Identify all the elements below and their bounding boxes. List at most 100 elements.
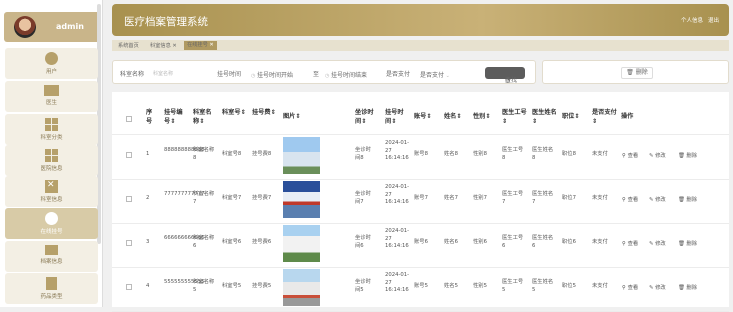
- view-button[interactable]: ⚲ 查看: [622, 283, 638, 291]
- col-header-label: 职位: [562, 113, 575, 120]
- row-divider: [112, 179, 729, 180]
- delete-row-button[interactable]: 🗑 删除: [678, 195, 697, 203]
- row-doc-name: 医生姓名7: [532, 191, 554, 205]
- paid-label: 是否支付: [386, 71, 411, 78]
- row-checkbox[interactable]: [126, 152, 132, 158]
- avatar: [14, 16, 36, 38]
- sidebar-item-label: 医院信息: [40, 166, 63, 172]
- search-button[interactable]: ◔ 查找: [485, 67, 525, 84]
- row-gender: 性别7: [473, 195, 487, 201]
- user-panel[interactable]: admin: [4, 12, 100, 42]
- col-header[interactable]: 职位⇕: [562, 112, 580, 121]
- sidebar-item-label: 药品类型: [40, 294, 63, 300]
- row-thumbnail: [283, 137, 320, 174]
- user-icon: [45, 52, 58, 65]
- delete-row-button[interactable]: 🗑 删除: [678, 239, 697, 247]
- edit-button[interactable]: ✎ 修改: [649, 151, 666, 159]
- row-doc-name: 医生姓名5: [532, 279, 554, 293]
- row-checkbox[interactable]: [126, 196, 132, 202]
- row-consult-time: 坐诊时间6: [355, 235, 371, 249]
- row-account: 账号8: [414, 151, 428, 157]
- row-fee: 挂号费8: [252, 151, 272, 157]
- row-index: 2: [146, 195, 150, 201]
- row-position: 职位6: [562, 239, 576, 245]
- time-start-input[interactable]: ◷ 挂号时间开始: [251, 70, 293, 79]
- sidebar-item-dept-category[interactable]: 科室分类: [5, 114, 98, 145]
- col-header-label: 图片: [283, 113, 296, 120]
- row-gender: 性别5: [473, 283, 487, 289]
- col-header[interactable]: 挂号编号⇕: [164, 108, 186, 126]
- edit-button[interactable]: ✎ 修改: [649, 239, 666, 247]
- row-doc-id: 医生工号6: [502, 235, 524, 249]
- dept-input[interactable]: 科室名称: [153, 70, 173, 77]
- tab-registration[interactable]: 在线挂号 ✕: [184, 41, 217, 50]
- sidebar-item-doctors[interactable]: 医生: [5, 81, 98, 112]
- col-header[interactable]: 账号⇕: [414, 112, 432, 121]
- sidebar-item-drug-type[interactable]: 药品类型: [5, 273, 98, 304]
- row-checkbox[interactable]: [126, 284, 132, 290]
- row-dept-no: 科室号7: [222, 195, 242, 201]
- sidebar-item-dept-info[interactable]: 科室信息: [5, 176, 98, 207]
- row-reg-time: 2024-01-27 16:14:16: [385, 140, 410, 161]
- breadcrumb: 系统首页 科室信息 ✕ 在线挂号 ✕: [112, 40, 729, 51]
- logout-link[interactable]: 退出: [708, 18, 719, 24]
- view-button[interactable]: ⚲ 查看: [622, 239, 638, 247]
- col-header[interactable]: 性别⇕: [473, 112, 491, 121]
- col-header[interactable]: 是否支付⇕: [592, 108, 618, 126]
- row-dept-name: 科室名称6: [193, 235, 215, 249]
- sidebar-item-registration[interactable]: 在线挂号: [5, 208, 98, 239]
- action-label: 修改: [655, 285, 666, 291]
- row-paid: 未支付: [592, 239, 608, 245]
- tab-home[interactable]: 系统首页: [118, 42, 139, 49]
- sidebar-item-records[interactable]: 档案信息: [5, 241, 98, 272]
- col-header[interactable]: 坐诊时间⇕: [355, 108, 375, 126]
- row-doc-id: 医生工号7: [502, 191, 524, 205]
- signpost-icon: [45, 245, 58, 255]
- col-header[interactable]: 医生工号⇕: [502, 108, 528, 126]
- tab-dept-info[interactable]: 科室信息 ✕: [150, 42, 177, 49]
- edit-button[interactable]: ✎ 修改: [649, 195, 666, 203]
- sidebar-item-hospital[interactable]: 医院信息: [5, 145, 98, 176]
- dept-label: 科室名称: [120, 71, 145, 78]
- col-header-label: 是否支付: [592, 109, 617, 116]
- col-header[interactable]: 挂号时间⇕: [385, 108, 405, 126]
- time-end-input[interactable]: ◷ 挂号时间结束: [325, 70, 367, 79]
- sidebar-item-label: 科室分类: [40, 135, 63, 141]
- document-icon: [46, 277, 57, 290]
- col-header[interactable]: 科室号⇕: [222, 108, 248, 117]
- delete-row-button[interactable]: 🗑 删除: [678, 283, 697, 291]
- col-header[interactable]: 医生姓名⇕: [532, 108, 558, 126]
- row-index: 4: [146, 283, 150, 289]
- search-button-label: 查找: [505, 77, 518, 84]
- user-name: admin: [56, 22, 84, 31]
- row-consult-time: 坐诊时间5: [355, 279, 371, 293]
- col-header[interactable]: 姓名⇕: [444, 112, 462, 121]
- sidebar-item-label: 档案信息: [40, 259, 63, 265]
- tab-label: 在线挂号: [187, 42, 208, 48]
- col-header-label: 账号: [414, 113, 427, 120]
- col-header[interactable]: 科室名称⇕: [193, 108, 215, 126]
- action-label: 查看: [627, 153, 639, 159]
- select-all-checkbox[interactable]: [126, 116, 132, 122]
- view-button[interactable]: ⚲ 查看: [622, 151, 638, 159]
- view-button[interactable]: ⚲ 查看: [622, 195, 638, 203]
- sidebar-item-label: 在线挂号: [40, 229, 63, 235]
- user-center-link[interactable]: 个人信息: [681, 18, 703, 24]
- time-start-placeholder: 挂号时间开始: [256, 72, 293, 79]
- row-checkbox[interactable]: [126, 240, 132, 246]
- edit-button[interactable]: ✎ 修改: [649, 283, 666, 291]
- row-reg-no: 888888888888: [164, 147, 205, 153]
- col-header[interactable]: 图片⇕: [283, 112, 301, 121]
- col-header-label: 科室号: [222, 109, 241, 116]
- col-header[interactable]: 挂号费⇕: [252, 108, 278, 117]
- row-account: 账号7: [414, 195, 428, 201]
- row-thumbnail: [283, 269, 320, 306]
- row-divider: [112, 267, 729, 268]
- delete-row-button[interactable]: 🗑 删除: [678, 151, 697, 159]
- row-fee: 挂号费5: [252, 283, 272, 289]
- paid-placeholder: 是否支付: [420, 72, 445, 79]
- paid-select[interactable]: 是否支付 ⌄: [420, 70, 450, 79]
- delete-button[interactable]: 🗑 删除: [621, 67, 653, 79]
- sidebar-item-users[interactable]: 用户: [5, 48, 98, 79]
- sidebar-item-label: 用户: [45, 69, 57, 75]
